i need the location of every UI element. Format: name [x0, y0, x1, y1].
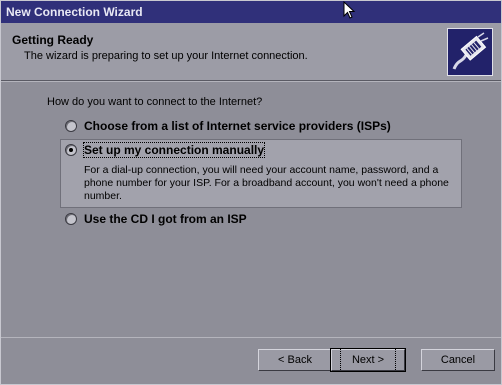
wizard-header: Getting Ready The wizard is preparing to…: [1, 23, 501, 81]
cancel-button-label: Cancel: [440, 354, 476, 366]
radio-choose-isp[interactable]: [65, 120, 77, 132]
title-bar[interactable]: New Connection Wizard: [1, 1, 501, 23]
option-choose-isp-label[interactable]: Choose from a list of Internet service p…: [84, 119, 391, 133]
connection-question: How do you want to connect to the Intern…: [47, 96, 263, 108]
mouse-cursor-icon: [343, 1, 356, 19]
back-button-label: < Back: [278, 354, 312, 366]
radio-use-cd[interactable]: [65, 213, 77, 225]
wizard-window: New Connection Wizard Getting Ready The …: [0, 0, 502, 385]
window-title: New Connection Wizard: [6, 5, 143, 19]
radio-manual-setup[interactable]: [65, 144, 77, 156]
back-button[interactable]: < Back: [258, 349, 332, 371]
option-manual-setup-label[interactable]: Set up my connection manually: [82, 142, 266, 158]
header-title: Getting Ready: [12, 33, 94, 47]
footer-divider: [1, 337, 501, 338]
option-manual-setup-description: For a dial-up connection, you will need …: [84, 164, 449, 202]
network-cable-icon: [447, 28, 493, 76]
header-subtitle: The wizard is preparing to set up your I…: [24, 50, 308, 62]
header-divider: [1, 81, 501, 82]
cancel-button[interactable]: Cancel: [421, 349, 495, 371]
next-button[interactable]: Next >: [330, 348, 406, 372]
next-button-label: Next >: [339, 348, 397, 372]
option-use-cd-label[interactable]: Use the CD I got from an ISP: [84, 212, 247, 226]
